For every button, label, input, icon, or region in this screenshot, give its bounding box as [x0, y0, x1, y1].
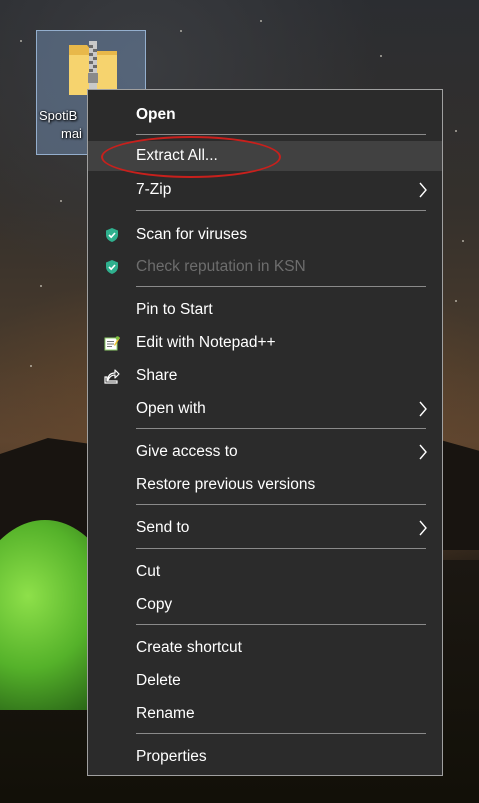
- menu-separator: [136, 548, 426, 549]
- star: [40, 285, 42, 287]
- menu-item-open-with[interactable]: Open with: [88, 394, 442, 424]
- star: [380, 55, 382, 57]
- menu-item-properties[interactable]: Properties: [88, 742, 442, 772]
- menu-item-label: Restore previous versions: [136, 476, 316, 493]
- menu-separator: [136, 504, 426, 505]
- chevron-right-icon: [419, 182, 427, 198]
- menu-item-check-reputation[interactable]: Check reputation in KSN: [88, 252, 442, 282]
- menu-item-delete[interactable]: Delete: [88, 666, 442, 696]
- menu-item-label: Properties: [136, 748, 207, 765]
- menu-item-label: Share: [136, 367, 178, 384]
- chevron-right-icon: [419, 444, 427, 460]
- menu-item-pin-to-start[interactable]: Pin to Start: [88, 295, 442, 325]
- menu-item-send-to[interactable]: Send to: [88, 513, 442, 543]
- menu-item-label: Check reputation in KSN: [136, 258, 306, 275]
- menu-item-label: Rename: [136, 705, 195, 722]
- menu-separator: [136, 428, 426, 429]
- menu-item-rename[interactable]: Rename: [88, 699, 442, 729]
- desktop-icon-label-line2: mai: [61, 126, 82, 141]
- star: [455, 300, 457, 302]
- star: [180, 30, 182, 32]
- notepad-plus-plus-icon: [104, 336, 120, 351]
- menu-item-open[interactable]: Open: [88, 100, 442, 130]
- menu-item-label: Create shortcut: [136, 639, 242, 656]
- menu-item-restore-previous-versions[interactable]: Restore previous versions: [88, 470, 442, 500]
- menu-item-label: Edit with Notepad++: [136, 334, 276, 351]
- menu-item-label: Copy: [136, 596, 173, 613]
- menu-item-label: Open with: [136, 400, 206, 417]
- menu-item-create-shortcut[interactable]: Create shortcut: [88, 633, 442, 663]
- menu-separator: [136, 286, 426, 287]
- kaspersky-shield-icon: [106, 228, 118, 242]
- menu-item-edit-with-notepad[interactable]: Edit with Notepad++: [88, 328, 442, 358]
- star: [260, 20, 262, 22]
- menu-item-label: Delete: [136, 672, 181, 689]
- annotation-highlight-circle: [101, 136, 281, 178]
- star: [60, 200, 62, 202]
- menu-item-label: Pin to Start: [136, 301, 213, 318]
- menu-item-cut[interactable]: Cut: [88, 557, 442, 587]
- context-menu: Open Extract All... 7-Zip Scan for virus…: [87, 89, 443, 776]
- menu-separator: [136, 624, 426, 625]
- menu-separator: [136, 134, 426, 135]
- star: [455, 130, 457, 132]
- menu-item-label: Send to: [136, 519, 190, 536]
- star: [20, 40, 22, 42]
- chevron-right-icon: [419, 520, 427, 536]
- menu-item-label: Scan for viruses: [136, 226, 248, 243]
- menu-item-label: Give access to: [136, 443, 238, 460]
- star: [462, 240, 464, 242]
- menu-separator: [136, 733, 426, 734]
- share-icon: [104, 369, 120, 384]
- zip-folder-icon: [69, 41, 117, 95]
- menu-item-label: Open: [136, 106, 176, 123]
- star: [30, 365, 32, 367]
- menu-item-7zip[interactable]: 7-Zip: [88, 175, 442, 205]
- kaspersky-shield-icon: [106, 260, 118, 274]
- menu-item-share[interactable]: Share: [88, 361, 442, 391]
- menu-item-scan-for-viruses[interactable]: Scan for viruses: [88, 220, 442, 250]
- menu-item-give-access-to[interactable]: Give access to: [88, 437, 442, 467]
- menu-item-copy[interactable]: Copy: [88, 590, 442, 620]
- chevron-right-icon: [419, 401, 427, 417]
- menu-item-label: 7-Zip: [136, 181, 172, 198]
- desktop-icon-label-line1: SpotiB: [39, 108, 78, 123]
- menu-item-label: Cut: [136, 563, 161, 580]
- menu-separator: [136, 210, 426, 211]
